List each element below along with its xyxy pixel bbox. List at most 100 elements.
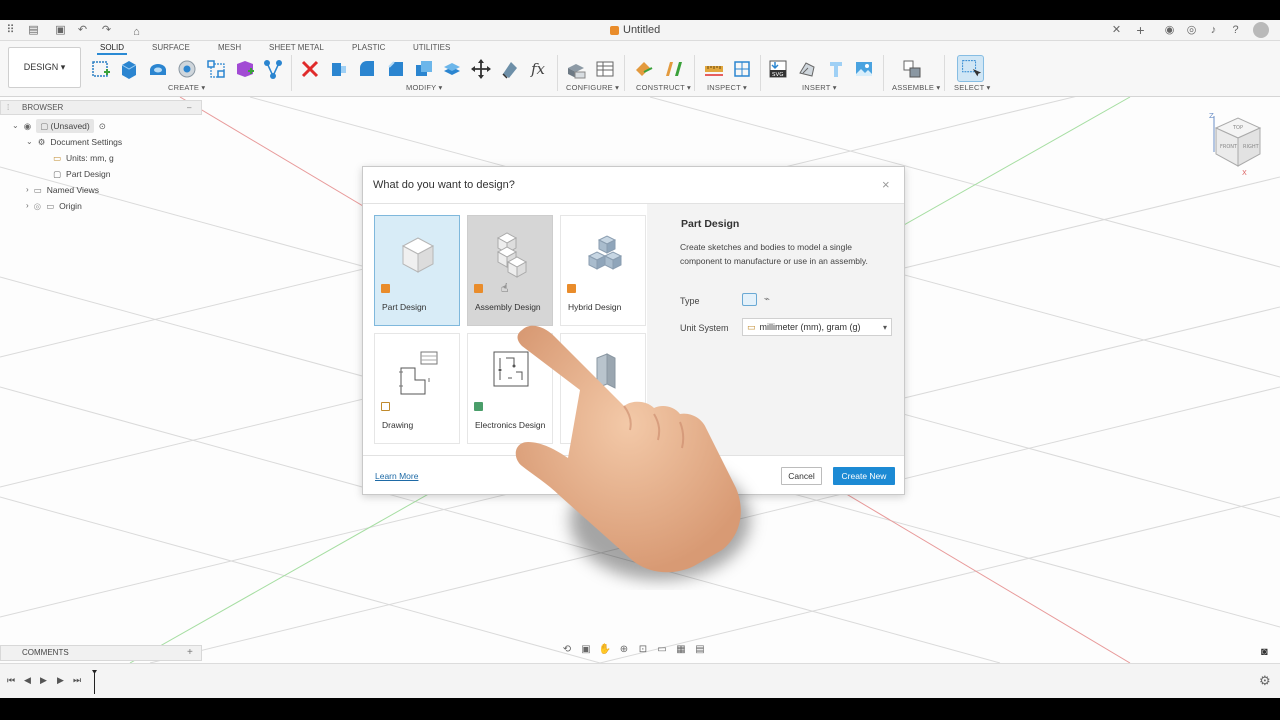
dialog-close-icon[interactable]: × bbox=[882, 177, 890, 192]
extensions-icon[interactable]: ◉ bbox=[1163, 24, 1176, 37]
insert-mesh-icon[interactable] bbox=[796, 58, 818, 80]
press-pull-icon[interactable] bbox=[327, 58, 349, 80]
look-at-icon[interactable]: ▣ bbox=[579, 644, 593, 656]
pan-icon[interactable]: ✋ bbox=[598, 644, 612, 656]
browser-item-named-views[interactable]: › ▭ Named Views bbox=[26, 183, 99, 197]
construct-menu[interactable]: CONSTRUCT ▾ bbox=[636, 83, 691, 92]
browser-item-document-settings[interactable]: ⌄ ⚙ Document Settings bbox=[26, 135, 122, 149]
delete-icon[interactable] bbox=[299, 58, 321, 80]
parameters-fx-icon[interactable]: fx bbox=[528, 58, 550, 80]
orbit-icon[interactable]: ⟲ bbox=[560, 644, 574, 656]
cancel-button[interactable]: Cancel bbox=[781, 467, 822, 485]
assemble-menu[interactable]: ASSEMBLE ▾ bbox=[892, 83, 940, 92]
view-cube[interactable]: TOP FRONT RIGHT Z X bbox=[1208, 112, 1268, 176]
eye-icon[interactable]: ◉ bbox=[24, 119, 31, 133]
measure-icon[interactable] bbox=[703, 58, 725, 80]
derive-icon[interactable] bbox=[262, 58, 284, 80]
zoom-icon[interactable]: ⊕ bbox=[617, 644, 631, 656]
new-tab-icon[interactable]: + bbox=[1134, 23, 1147, 37]
decal-icon[interactable] bbox=[825, 58, 847, 80]
combine-icon[interactable] bbox=[441, 58, 463, 80]
move-icon[interactable] bbox=[470, 58, 492, 80]
timeline-settings-icon[interactable]: ⚙ bbox=[1259, 673, 1271, 689]
create-menu[interactable]: CREATE ▾ bbox=[168, 83, 205, 92]
help-icon[interactable]: ? bbox=[1229, 24, 1242, 37]
new-component-icon[interactable] bbox=[901, 58, 923, 80]
eye-hidden-icon[interactable]: ◎ bbox=[34, 199, 41, 213]
browser-item-origin[interactable]: › ◎ ▭ Origin bbox=[26, 199, 82, 213]
workspace-switcher-button[interactable]: DESIGN ▾ bbox=[8, 47, 81, 88]
drag-handle-icon[interactable]: ⁞ bbox=[7, 101, 9, 115]
tab-sheet-metal[interactable]: SHEET METAL bbox=[269, 43, 324, 52]
tab-plastic[interactable]: PLASTIC bbox=[352, 43, 385, 52]
card-part-design[interactable]: Part Design bbox=[374, 215, 460, 326]
revolve-icon[interactable] bbox=[147, 58, 169, 80]
viewports-icon[interactable]: ▤ bbox=[693, 644, 707, 656]
tab-mesh[interactable]: MESH bbox=[218, 43, 241, 52]
section-analysis-icon[interactable] bbox=[731, 58, 753, 80]
notifications-icon[interactable]: ♪ bbox=[1207, 24, 1220, 37]
add-comment-button[interactable]: + bbox=[187, 646, 193, 660]
fillet-icon[interactable] bbox=[356, 58, 378, 80]
hole-icon[interactable] bbox=[176, 58, 198, 80]
fit-icon[interactable]: ⊡ bbox=[636, 644, 650, 656]
insert-menu[interactable]: INSERT ▾ bbox=[802, 83, 837, 92]
card-drawing[interactable]: Drawing bbox=[374, 333, 460, 444]
configure-icon[interactable] bbox=[565, 58, 587, 80]
go-to-start-icon[interactable]: ⏮ bbox=[7, 675, 15, 686]
extrude-icon[interactable] bbox=[118, 58, 140, 80]
job-status-icon[interactable]: ◎ bbox=[1185, 24, 1198, 37]
insert-svg-icon[interactable]: SVG bbox=[767, 58, 789, 80]
chamfer-icon[interactable] bbox=[385, 58, 407, 80]
shell-icon[interactable] bbox=[413, 58, 435, 80]
activate-radio-icon[interactable]: ⊙ bbox=[99, 119, 106, 133]
align-icon[interactable] bbox=[499, 58, 521, 80]
step-back-icon[interactable]: ◀ bbox=[24, 675, 31, 686]
configuration-table-icon[interactable] bbox=[594, 58, 616, 80]
tab-solid[interactable]: SOLID bbox=[96, 43, 128, 55]
select-menu[interactable]: SELECT ▾ bbox=[954, 83, 991, 92]
browser-item-units[interactable]: ▭ Units: mm, g bbox=[53, 151, 114, 165]
configure-menu[interactable]: CONFIGURE ▾ bbox=[566, 83, 619, 92]
file-icon[interactable]: ▤ bbox=[27, 24, 40, 37]
tab-surface[interactable]: SURFACE bbox=[152, 43, 190, 52]
redo-icon[interactable]: ↷ bbox=[100, 24, 113, 37]
create-sketch-icon[interactable] bbox=[90, 58, 112, 80]
undo-icon[interactable]: ↶ bbox=[76, 24, 89, 37]
select-icon[interactable] bbox=[957, 55, 984, 82]
tab-utilities[interactable]: UTILITIES bbox=[413, 43, 450, 52]
chevron-right-icon[interactable]: › bbox=[26, 199, 29, 213]
document-tab[interactable]: Untitled bbox=[610, 24, 660, 36]
canvas-icon[interactable] bbox=[853, 58, 875, 80]
collapse-icon[interactable]: – bbox=[187, 101, 191, 115]
units-icon: ▭ bbox=[53, 153, 62, 163]
display-settings-icon[interactable]: ▭ bbox=[655, 644, 669, 656]
create-form-icon[interactable] bbox=[234, 58, 256, 80]
camera-icon[interactable]: ◙ bbox=[1261, 646, 1268, 658]
browser-item-design-type[interactable]: ▢ Part Design bbox=[53, 167, 110, 181]
chevron-down-icon[interactable]: ⌄ bbox=[26, 135, 33, 149]
app-grid-icon[interactable]: ⠿ bbox=[4, 24, 17, 37]
inspect-menu[interactable]: INSPECT ▾ bbox=[707, 83, 747, 92]
create-new-button[interactable]: Create New bbox=[833, 467, 895, 485]
learn-more-link[interactable]: Learn More bbox=[375, 471, 418, 481]
user-avatar[interactable] bbox=[1253, 22, 1269, 38]
pattern-icon[interactable] bbox=[205, 58, 227, 80]
play-icon[interactable]: ▶ bbox=[40, 675, 47, 686]
go-to-end-icon[interactable]: ⏭ bbox=[73, 675, 81, 686]
timeline-marker[interactable] bbox=[92, 670, 97, 694]
close-tab-icon[interactable]: ✕ bbox=[1110, 24, 1123, 37]
midplane-icon[interactable] bbox=[663, 58, 685, 80]
comments-panel[interactable]: COMMENTS + bbox=[0, 645, 202, 661]
modify-menu[interactable]: MODIFY ▾ bbox=[406, 83, 442, 92]
offset-plane-icon[interactable] bbox=[634, 58, 656, 80]
navigation-bar: ⟲ ▣ ✋ ⊕ ⊡ ▭ ▦ ▤ bbox=[560, 642, 720, 658]
chevron-right-icon[interactable]: › bbox=[26, 183, 29, 197]
chevron-down-icon[interactable]: ⌄ bbox=[12, 119, 19, 133]
save-icon[interactable]: ▣ bbox=[54, 24, 67, 37]
home-icon[interactable]: ⌂ bbox=[130, 26, 143, 39]
browser-header[interactable]: ⁞ BROWSER – bbox=[0, 100, 202, 115]
browser-root-row[interactable]: ⌄ ◉ ▢ (Unsaved) ⊙ bbox=[12, 119, 106, 133]
grid-settings-icon[interactable]: ▦ bbox=[674, 644, 688, 656]
step-forward-icon[interactable]: ▶ bbox=[57, 675, 64, 686]
